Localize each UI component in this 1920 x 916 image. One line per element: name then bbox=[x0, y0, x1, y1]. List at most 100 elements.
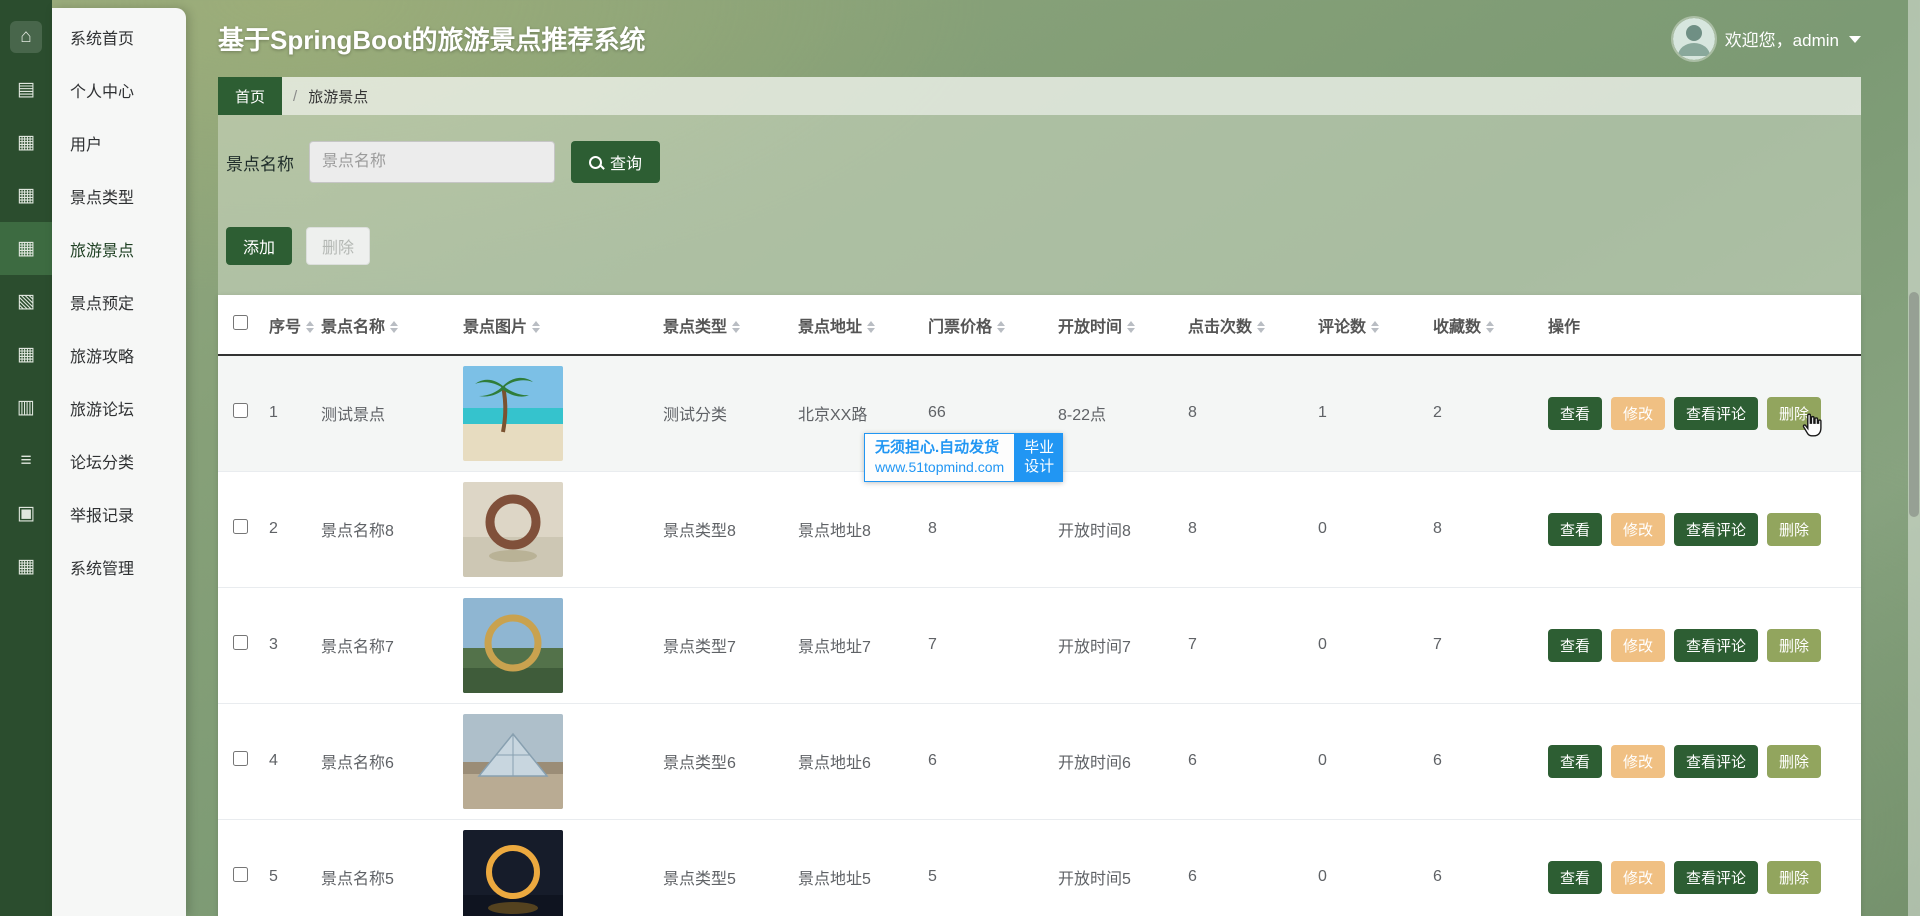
row-checkbox[interactable] bbox=[233, 519, 248, 534]
column-header-1[interactable]: 景点名称 bbox=[315, 295, 457, 355]
breadcrumb-home[interactable]: 首页 bbox=[218, 77, 282, 115]
sort-caret-icon[interactable] bbox=[997, 321, 1005, 333]
comment-count: 0 bbox=[1312, 587, 1427, 703]
column-header-2[interactable]: 景点图片 bbox=[457, 295, 657, 355]
sidebar-item-reports[interactable]: 举报记录 bbox=[52, 487, 186, 540]
column-header-4[interactable]: 景点地址 bbox=[792, 295, 922, 355]
table-header-row: 序号景点名称景点图片景点类型景点地址门票价格开放时间点击次数评论数收藏数操作 bbox=[218, 295, 1861, 355]
attraction-image-ring-sculpture-night bbox=[457, 819, 657, 916]
row-checkbox[interactable] bbox=[233, 751, 248, 766]
bar-chart-icon[interactable]: ▥ bbox=[0, 381, 52, 434]
open-time: 开放时间5 bbox=[1052, 819, 1182, 916]
sort-caret-icon[interactable] bbox=[532, 321, 540, 333]
view-button[interactable]: 查看 bbox=[1548, 513, 1602, 546]
delete-row-button[interactable]: 删除 bbox=[1767, 745, 1821, 778]
view-comments-button[interactable]: 查看评论 bbox=[1674, 629, 1758, 662]
sidebar-item-attractions[interactable]: 旅游景点 bbox=[52, 222, 186, 275]
column-header-0[interactable]: 序号 bbox=[263, 295, 315, 355]
row-actions: 查看修改查看评论删除 bbox=[1542, 587, 1861, 703]
delete-row-button[interactable]: 删除 bbox=[1767, 629, 1821, 662]
sidebar-item-users[interactable]: 用户 bbox=[52, 116, 186, 169]
edit-button[interactable]: 修改 bbox=[1611, 745, 1665, 778]
attraction-grid-icon[interactable]: ▦ bbox=[0, 222, 52, 275]
attraction-type: 景点类型7 bbox=[657, 587, 792, 703]
select-all-checkbox[interactable] bbox=[233, 315, 248, 330]
delete-button[interactable]: 删除 bbox=[306, 227, 370, 265]
settings-grid-icon[interactable]: ▦ bbox=[0, 540, 52, 593]
user-menu[interactable]: 欢迎您，admin bbox=[1673, 18, 1861, 60]
sort-caret-icon[interactable] bbox=[867, 321, 875, 333]
sort-caret-icon[interactable] bbox=[1371, 321, 1379, 333]
attraction-image-beach-palm bbox=[457, 355, 657, 471]
delete-row-button[interactable]: 删除 bbox=[1767, 397, 1821, 430]
row-index: 2 bbox=[263, 471, 315, 587]
delete-row-button[interactable]: 删除 bbox=[1767, 861, 1821, 894]
sort-caret-icon[interactable] bbox=[390, 321, 398, 333]
attraction-type: 测试分类 bbox=[657, 355, 792, 471]
booking-doc-icon[interactable]: ▧ bbox=[0, 275, 52, 328]
welcome-text: 欢迎您，admin bbox=[1725, 26, 1839, 51]
view-button[interactable]: 查看 bbox=[1548, 745, 1602, 778]
sort-caret-icon[interactable] bbox=[1486, 321, 1494, 333]
attraction-name: 景点名称7 bbox=[315, 587, 457, 703]
click-count: 7 bbox=[1182, 587, 1312, 703]
edit-button[interactable]: 修改 bbox=[1611, 629, 1665, 662]
view-comments-button[interactable]: 查看评论 bbox=[1674, 861, 1758, 894]
sidebar-item-profile[interactable]: 个人中心 bbox=[52, 63, 186, 116]
view-button[interactable]: 查看 bbox=[1548, 629, 1602, 662]
view-comments-button[interactable]: 查看评论 bbox=[1674, 745, 1758, 778]
table-row: 2景点名称8景点类型8景点地址88开放时间8808查看修改查看评论删除 bbox=[218, 471, 1861, 587]
attraction-address: 景点地址6 bbox=[792, 703, 922, 819]
search-input[interactable] bbox=[309, 141, 555, 183]
column-header-8[interactable]: 评论数 bbox=[1312, 295, 1427, 355]
guide-grid-icon[interactable]: ▦ bbox=[0, 328, 52, 381]
list-lines-icon[interactable]: ≡ bbox=[0, 434, 52, 487]
favorite-count: 7 bbox=[1427, 587, 1542, 703]
category-grid-icon[interactable]: ▦ bbox=[0, 169, 52, 222]
sidebar-item-home[interactable]: 系统首页 bbox=[52, 10, 186, 63]
column-header-10: 操作 bbox=[1542, 295, 1861, 355]
edit-button[interactable]: 修改 bbox=[1611, 861, 1665, 894]
attraction-name: 测试景点 bbox=[315, 355, 457, 471]
profile-card-icon[interactable]: ▤ bbox=[0, 63, 52, 116]
search-button[interactable]: 查询 bbox=[571, 141, 660, 183]
favorite-count: 8 bbox=[1427, 471, 1542, 587]
sort-caret-icon[interactable] bbox=[732, 321, 740, 333]
delete-row-button[interactable]: 删除 bbox=[1767, 513, 1821, 546]
comment-count: 0 bbox=[1312, 471, 1427, 587]
column-header-7[interactable]: 点击次数 bbox=[1182, 295, 1312, 355]
sidebar-item-system[interactable]: 系统管理 bbox=[52, 540, 186, 593]
row-checkbox[interactable] bbox=[233, 635, 248, 650]
scrollbar-thumb[interactable] bbox=[1909, 292, 1919, 517]
column-header-6[interactable]: 开放时间 bbox=[1052, 295, 1182, 355]
add-button[interactable]: 添加 bbox=[226, 227, 292, 265]
column-header-3[interactable]: 景点类型 bbox=[657, 295, 792, 355]
page-scrollbar[interactable] bbox=[1908, 0, 1920, 916]
users-grid-icon[interactable]: ▦ bbox=[0, 116, 52, 169]
edit-button[interactable]: 修改 bbox=[1611, 513, 1665, 546]
sidebar-item-bookings[interactable]: 景点预定 bbox=[52, 275, 186, 328]
table-row: 4景点名称6景点类型6景点地址66开放时间6606查看修改查看评论删除 bbox=[218, 703, 1861, 819]
view-comments-button[interactable]: 查看评论 bbox=[1674, 513, 1758, 546]
row-select-cell bbox=[218, 703, 263, 819]
sort-caret-icon[interactable] bbox=[306, 321, 314, 333]
view-comments-button[interactable]: 查看评论 bbox=[1674, 397, 1758, 430]
view-button[interactable]: 查看 bbox=[1548, 397, 1602, 430]
sidebar-item-forum[interactable]: 旅游论坛 bbox=[52, 381, 186, 434]
attraction-name: 景点名称8 bbox=[315, 471, 457, 587]
sidebar: ⌂▤▦▦▦▧▦▥≡▣▦ 系统首页个人中心用户景点类型旅游景点景点预定旅游攻略旅游… bbox=[0, 0, 186, 916]
sidebar-item-forum-categories[interactable]: 论坛分类 bbox=[52, 434, 186, 487]
column-header-5[interactable]: 门票价格 bbox=[922, 295, 1052, 355]
home-icon[interactable]: ⌂ bbox=[0, 10, 52, 63]
sort-caret-icon[interactable] bbox=[1127, 321, 1135, 333]
column-header-9[interactable]: 收藏数 bbox=[1427, 295, 1542, 355]
sidebar-item-attraction-types[interactable]: 景点类型 bbox=[52, 169, 186, 222]
edit-button[interactable]: 修改 bbox=[1611, 397, 1665, 430]
row-checkbox[interactable] bbox=[233, 867, 248, 882]
attraction-address: 景点地址7 bbox=[792, 587, 922, 703]
view-button[interactable]: 查看 bbox=[1548, 861, 1602, 894]
row-checkbox[interactable] bbox=[233, 403, 248, 418]
report-box-icon[interactable]: ▣ bbox=[0, 487, 52, 540]
sort-caret-icon[interactable] bbox=[1257, 321, 1265, 333]
sidebar-item-guides[interactable]: 旅游攻略 bbox=[52, 328, 186, 381]
